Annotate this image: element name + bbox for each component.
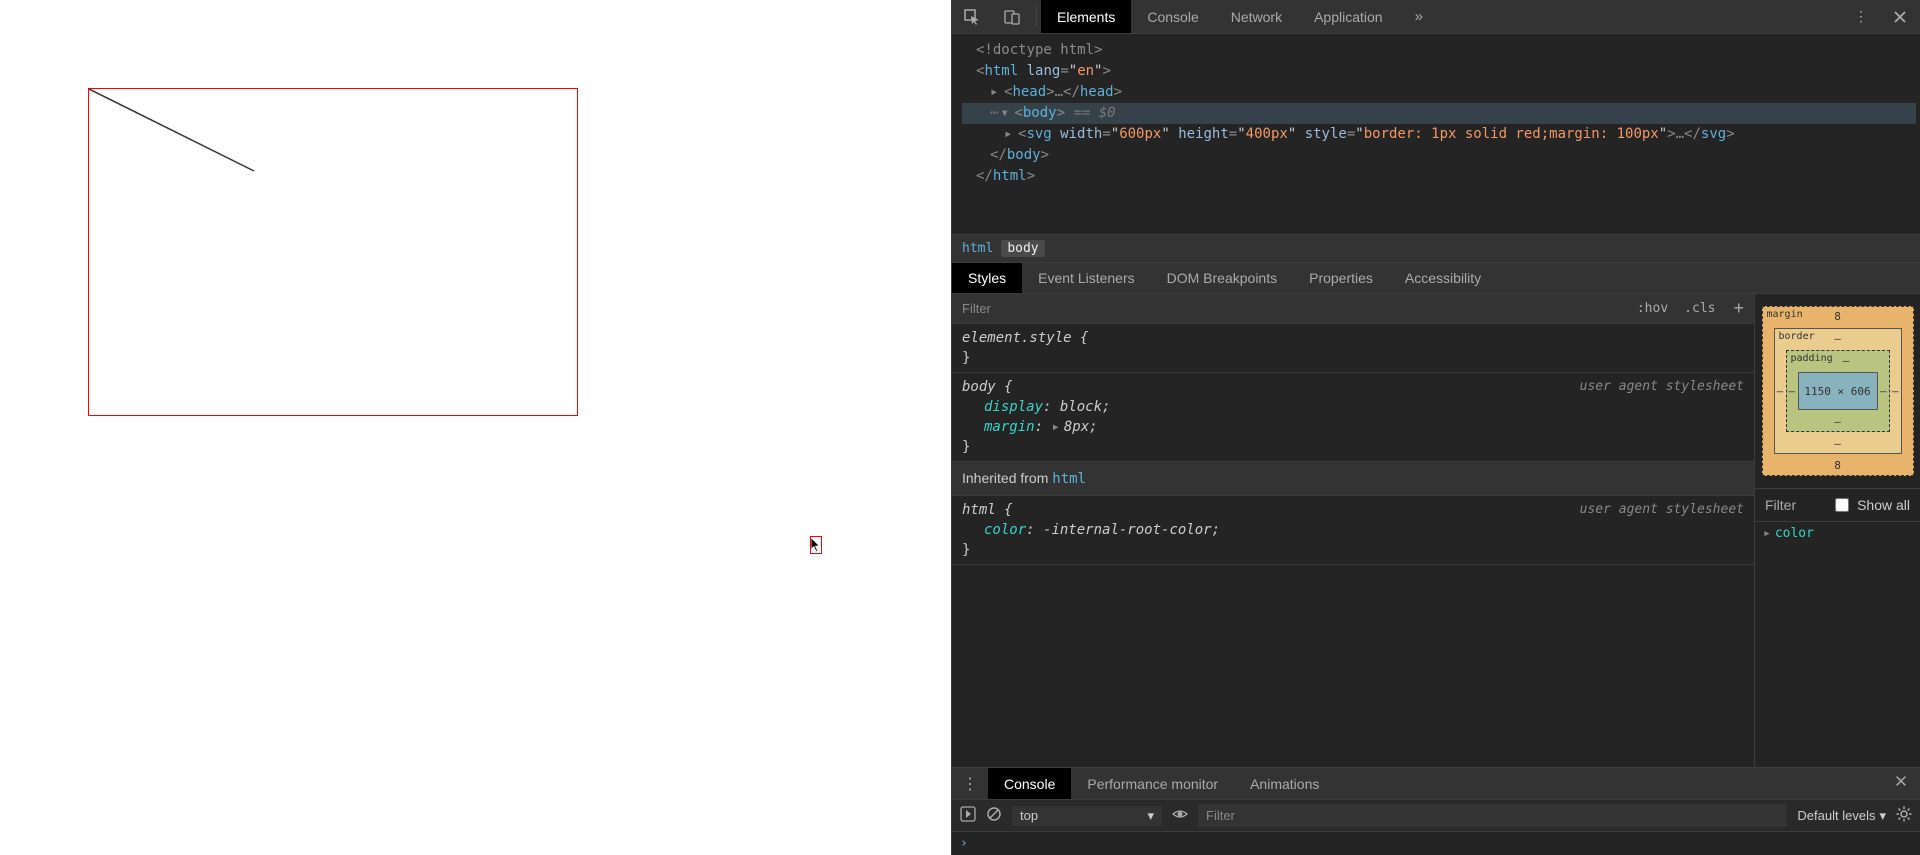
drawer-menu-icon[interactable]: ⋮ [952, 774, 988, 794]
dom-body-close[interactable]: </body> [962, 145, 1916, 166]
device-toolbar-icon[interactable] [992, 0, 1032, 33]
show-all-label: Show all [1857, 497, 1910, 513]
drawer-tab-animations[interactable]: Animations [1234, 768, 1335, 799]
dom-svg-node[interactable]: <svg width="600px" height="400px" style=… [962, 124, 1916, 145]
console-clear-icon[interactable] [986, 806, 1002, 825]
tab-application[interactable]: Application [1298, 0, 1399, 33]
new-style-rule-button[interactable]: + [1723, 298, 1754, 319]
computed-filter-label[interactable]: Filter [1765, 497, 1827, 513]
box-border-label: border [1779, 331, 1815, 342]
rule-body[interactable]: user agent stylesheet body { display: bl… [952, 373, 1754, 462]
styles-filter-bar: :hov .cls + [952, 294, 1754, 324]
rendered-page [0, 0, 951, 855]
subtab-event-listeners[interactable]: Event Listeners [1022, 263, 1151, 293]
console-levels-selector[interactable]: Default levels ▾ [1797, 808, 1886, 824]
dom-tree[interactable]: <!doctype html> <html lang="en"> <head>…… [952, 34, 1920, 234]
subtab-styles[interactable]: Styles [952, 263, 1022, 293]
crumb-html[interactable]: html [962, 241, 993, 256]
drawer-tab-console[interactable]: Console [988, 768, 1071, 799]
box-padding-label: padding [1791, 353, 1833, 364]
subtab-accessibility[interactable]: Accessibility [1389, 263, 1497, 293]
box-margin-label: margin [1767, 309, 1803, 320]
subtab-properties[interactable]: Properties [1293, 263, 1389, 293]
tab-elements[interactable]: Elements [1041, 0, 1131, 33]
drawer-close-icon[interactable] [1882, 774, 1920, 793]
tab-console[interactable]: Console [1131, 0, 1214, 33]
dom-body-open[interactable]: ⋯<body> == $0 [962, 103, 1916, 124]
chevron-down-icon: ▾ [1147, 808, 1154, 824]
subtab-dom-breakpoints[interactable]: DOM Breakpoints [1151, 263, 1293, 293]
console-toolbar: top ▾ Default levels ▾ [952, 800, 1920, 832]
devtools-panel: Elements Console Network Application » ⋮… [951, 0, 1920, 855]
devtools-close-icon[interactable] [1880, 0, 1920, 33]
computed-list[interactable]: color [1755, 522, 1920, 545]
console-drawer: ⋮ Console Performance monitor Animations… [952, 767, 1920, 855]
dom-doctype[interactable]: <!doctype html> [962, 40, 1916, 61]
console-execute-icon[interactable] [960, 806, 976, 825]
computed-filter-bar: Filter Show all [1755, 489, 1920, 522]
styles-filter-input[interactable] [952, 301, 1629, 316]
styles-body: :hov .cls + element.style { } user agent… [952, 294, 1920, 767]
dom-head[interactable]: <head>…</head> [962, 82, 1916, 103]
styles-subtabs: Styles Event Listeners DOM Breakpoints P… [952, 263, 1920, 294]
rule-inherited-header: Inherited from html [952, 462, 1754, 496]
console-settings-icon[interactable] [1896, 806, 1912, 825]
tab-network[interactable]: Network [1215, 0, 1298, 33]
styles-rules-column: :hov .cls + element.style { } user agent… [952, 294, 1755, 767]
cls-toggle[interactable]: .cls [1676, 301, 1723, 316]
tabs-overflow-button[interactable]: » [1399, 0, 1439, 33]
mouse-cursor-icon [810, 536, 822, 554]
console-prompt-icon: › [960, 836, 968, 851]
crumb-body[interactable]: body [1001, 240, 1044, 257]
console-context-selector[interactable]: top ▾ [1012, 806, 1162, 826]
devtools-toolbar: Elements Console Network Application » ⋮ [952, 0, 1920, 34]
show-all-checkbox[interactable] [1835, 498, 1849, 512]
hov-toggle[interactable]: :hov [1629, 301, 1676, 316]
console-input[interactable]: › [952, 832, 1920, 855]
dom-html-open[interactable]: <html lang="en"> [962, 61, 1916, 82]
styles-rules[interactable]: element.style { } user agent stylesheet … [952, 324, 1754, 767]
box-content: 1150 × 606 [1798, 372, 1878, 410]
dom-html-close[interactable]: </html> [962, 166, 1916, 187]
console-filter-input[interactable] [1198, 804, 1787, 827]
rule-html[interactable]: user agent stylesheet html { color: -int… [952, 496, 1754, 565]
devtools-menu-icon[interactable]: ⋮ [1842, 0, 1880, 33]
rule-element-style[interactable]: element.style { } [952, 324, 1754, 373]
dom-breadcrumb: html body [952, 234, 1920, 263]
drawer-tab-performance-monitor[interactable]: Performance monitor [1071, 768, 1234, 799]
box-model[interactable]: margin 8 8 border – – – – padding – [1755, 294, 1920, 489]
page-svg [88, 88, 578, 416]
drawer-tabs: ⋮ Console Performance monitor Animations [952, 768, 1920, 800]
live-expression-icon[interactable] [1172, 806, 1188, 825]
inspect-element-icon[interactable] [952, 0, 992, 33]
metrics-column: margin 8 8 border – – – – padding – [1755, 294, 1920, 767]
chevron-down-icon: ▾ [1879, 808, 1886, 824]
